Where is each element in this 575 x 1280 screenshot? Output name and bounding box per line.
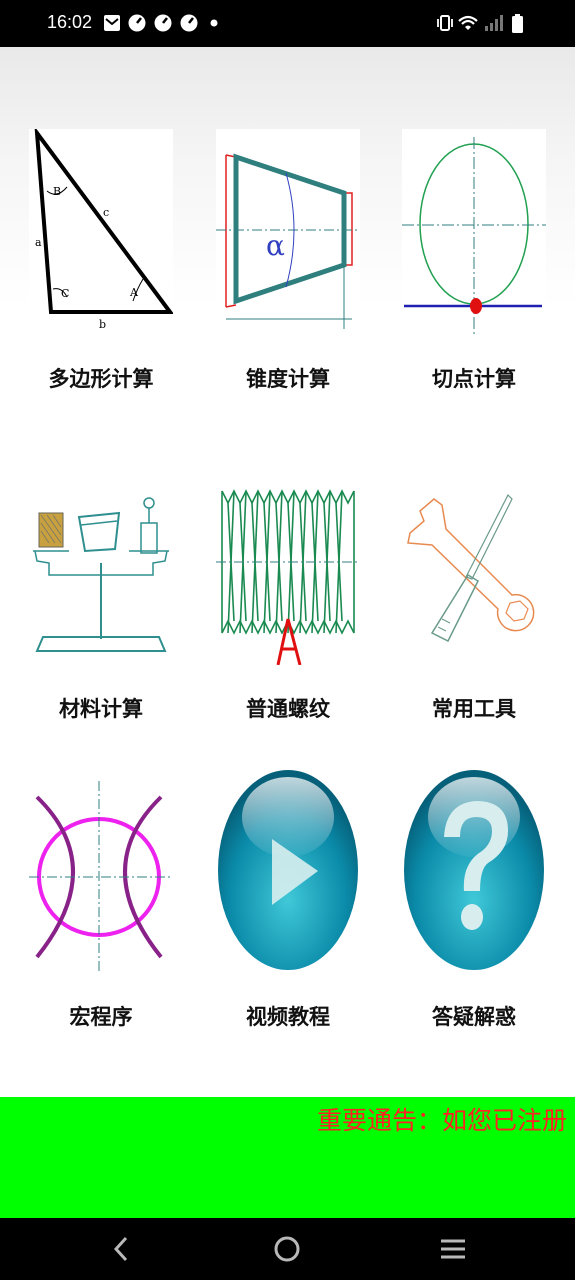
tile-label: 宏程序 — [69, 1005, 133, 1029]
system-nav-bar — [0, 1218, 575, 1280]
svg-text:A: A — [129, 286, 139, 299]
gauge-notification-icon — [180, 14, 198, 32]
announcement-banner[interactable]: 重要通告：如您已注册 — [0, 1097, 575, 1218]
status-time: 16:02 — [47, 12, 93, 32]
macro-circle-arcs-icon — [29, 767, 173, 973]
tile-label: 材料计算 — [59, 697, 143, 721]
menu-icon[interactable] — [438, 1234, 468, 1264]
svg-text:c: c — [103, 206, 109, 219]
wrench-screwdriver-icon — [402, 459, 546, 665]
vibrate-icon — [437, 15, 453, 31]
gauge-notification-icon — [128, 14, 146, 32]
svg-text:b: b — [99, 318, 106, 331]
svg-text:B: B — [53, 185, 61, 198]
thread-diagram-icon — [216, 459, 360, 665]
mail-notification-icon — [104, 15, 120, 31]
tangent-point-diagram-icon — [402, 129, 546, 335]
tile-label: 多边形计算 — [48, 367, 154, 391]
svg-text:a: a — [35, 236, 42, 249]
status-bar: 16:02 — [0, 0, 575, 47]
material-shapes-icon — [29, 459, 173, 665]
tile-label: 答疑解惑 — [432, 1005, 516, 1029]
signal-icon — [485, 15, 503, 31]
battery-icon — [512, 14, 523, 33]
tile-label: 视频教程 — [246, 1005, 330, 1029]
system-status-icons — [437, 13, 529, 35]
play-button-icon — [216, 767, 360, 973]
gauge-notification-icon — [154, 14, 172, 32]
vibrate-wifi-signal-battery-icon — [437, 14, 523, 33]
tile-label: 常用工具 — [432, 697, 516, 721]
back-icon[interactable] — [106, 1234, 136, 1264]
taper-diagram-icon: α — [216, 129, 360, 335]
svg-text:α: α — [266, 229, 285, 262]
triangle-diagram-icon: B c a C A b — [29, 129, 173, 335]
tile-label: 锥度计算 — [246, 367, 330, 391]
tile-label: 普通螺纹 — [246, 697, 330, 721]
main-content: B c a C A b 多边形计算 α 锥度计算 切点计算 材料计算 普通螺纹 … — [0, 47, 575, 1097]
question-mark-icon — [402, 767, 546, 973]
tile-label: 切点计算 — [432, 367, 516, 391]
more-notifications-dot-icon — [210, 19, 218, 27]
home-icon[interactable] — [272, 1234, 302, 1264]
announcement-text: 重要通告：如您已注册 — [317, 1106, 568, 1135]
wifi-icon — [458, 15, 478, 30]
svg-text:C: C — [61, 287, 69, 300]
